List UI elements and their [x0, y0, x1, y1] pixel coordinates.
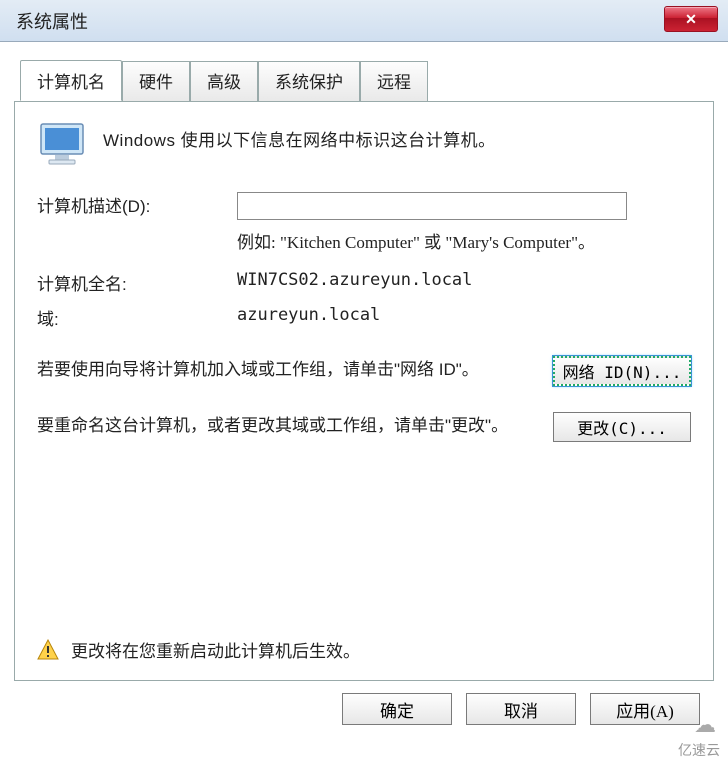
tab-label: 硬件	[139, 73, 173, 92]
description-hint: 例如: "Kitchen Computer" 或 "Mary's Compute…	[237, 230, 691, 256]
description-label: 计算机描述(D):	[37, 192, 237, 217]
tab-computer-name[interactable]: 计算机名	[20, 60, 122, 101]
fullname-label: 计算机全名:	[37, 270, 237, 295]
tab-strip: 计算机名 硬件 高级 系统保护 远程	[20, 60, 714, 101]
button-label: 确定	[380, 697, 414, 722]
cloud-badge-icon: ☁	[694, 712, 716, 738]
restart-warning: 更改将在您重新启动此计算机后生效。	[37, 637, 360, 662]
tab-label: 高级	[207, 73, 241, 92]
tab-remote[interactable]: 远程	[360, 61, 428, 102]
tab-label: 计算机名	[37, 73, 105, 92]
window-title: 系统属性	[16, 8, 88, 34]
network-id-text: 若要使用向导将计算机加入域或工作组，请单击"网络 ID"。	[37, 356, 535, 383]
ok-button[interactable]: 确定	[342, 693, 452, 725]
warning-icon	[37, 639, 59, 661]
titlebar[interactable]: 系统属性 ✕	[0, 0, 728, 42]
description-input[interactable]	[237, 192, 627, 220]
close-button[interactable]: ✕	[664, 6, 718, 32]
domain-label: 域:	[37, 305, 237, 330]
dialog-buttons: 确定 取消 应用(A)	[14, 681, 714, 739]
tab-label: 远程	[377, 73, 411, 92]
button-label: 更改(C)...	[577, 415, 667, 439]
change-text: 要重命名这台计算机，或者更改其域或工作组，请单击"更改"。	[37, 412, 535, 439]
cancel-button[interactable]: 取消	[466, 693, 576, 725]
system-properties-window: 系统属性 ✕ 计算机名 硬件 高级 系统保护 远程 Windows 使用以下信息…	[0, 0, 728, 747]
tab-label: 系统保护	[275, 73, 343, 92]
network-id-button[interactable]: 网络 ID(N)...	[553, 356, 691, 386]
change-button[interactable]: 更改(C)...	[553, 412, 691, 442]
computer-icon	[37, 122, 87, 170]
tab-advanced[interactable]: 高级	[190, 61, 258, 102]
close-icon: ✕	[685, 11, 697, 28]
domain-value: azureyun.local	[237, 305, 691, 325]
tab-hardware[interactable]: 硬件	[122, 61, 190, 102]
apply-button[interactable]: 应用(A)	[590, 693, 700, 725]
button-label: 网络 ID(N)...	[563, 359, 682, 383]
warning-text: 更改将在您重新启动此计算机后生效。	[71, 637, 360, 662]
client-area: 计算机名 硬件 高级 系统保护 远程 Windows 使用以下信息在网络中标识这…	[0, 42, 728, 747]
fullname-value: WIN7CS02.azureyun.local	[237, 270, 691, 290]
intro-text: Windows 使用以下信息在网络中标识这台计算机。	[103, 122, 496, 151]
tab-panel-computer-name: Windows 使用以下信息在网络中标识这台计算机。 计算机描述(D): 例如:…	[14, 101, 714, 681]
button-label: 应用(A)	[616, 697, 674, 722]
button-label: 取消	[504, 697, 538, 722]
tab-system-protection[interactable]: 系统保护	[258, 61, 360, 102]
watermark-text: 亿速云	[678, 740, 720, 760]
